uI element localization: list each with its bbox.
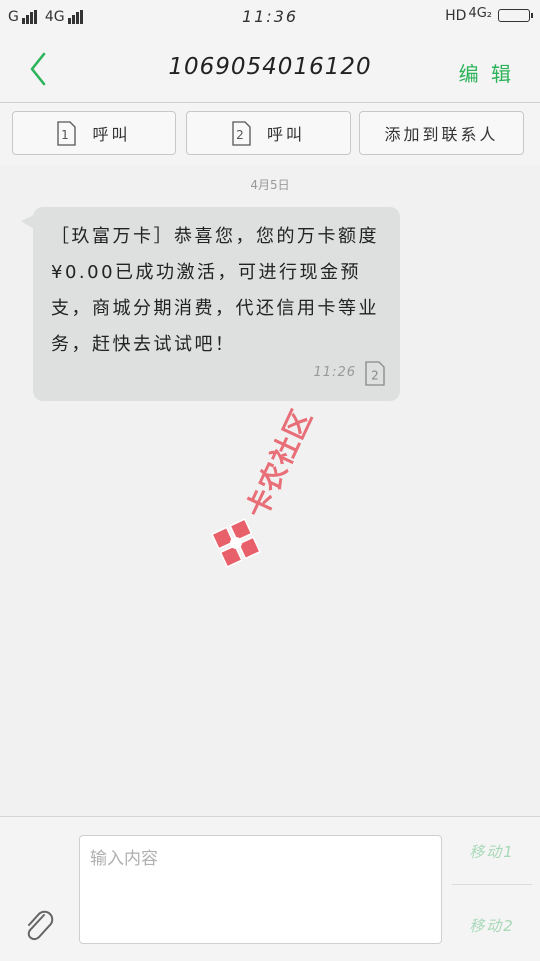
date-separator: 4月5日: [250, 178, 290, 192]
watermark: 卡农社区: [208, 395, 348, 575]
conversation-header: 1069054016120 编 辑: [0, 36, 540, 103]
chevron-left-icon: [30, 52, 46, 86]
sim-number: 1: [62, 128, 73, 142]
battery-icon: [498, 9, 533, 22]
send-sim1-button[interactable]: 移动1: [452, 841, 532, 862]
sim-card-icon: 1: [57, 120, 77, 146]
add-to-contacts-label: 添加到联系人: [384, 125, 499, 144]
message-input[interactable]: [79, 835, 442, 944]
message-bubble[interactable]: ［玖富万卡］恭喜您，您的万卡额度¥0.00已成功激活，可进行现金预支，商城分期消…: [21, 207, 400, 401]
send-sim2-button[interactable]: 移动2: [452, 915, 532, 936]
attach-button[interactable]: [22, 905, 56, 943]
message-time: 11:26: [313, 365, 356, 380]
network-badge: 4G₂: [468, 6, 492, 21]
call-sim2-button[interactable]: 2 呼叫: [186, 111, 351, 155]
sim-number: 2: [236, 128, 247, 142]
add-to-contacts-button[interactable]: 添加到联系人: [359, 111, 524, 155]
paperclip-icon: [27, 910, 54, 941]
edit-button[interactable]: 编 辑: [459, 58, 514, 87]
call-button-row: 1 呼叫 2 呼叫 添加到联系人: [0, 103, 540, 165]
sim-card-icon: 2: [365, 361, 385, 386]
call-label: 呼叫: [92, 125, 131, 144]
call-label: 呼叫: [266, 125, 305, 144]
call-sim1-button[interactable]: 1 呼叫: [12, 111, 176, 155]
message-text: ［玖富万卡］恭喜您，您的万卡额度¥0.00已成功激活，可进行现金预支，商城分期消…: [51, 226, 379, 355]
hd-indicator: HD: [445, 7, 467, 24]
page-title: 1069054016120: [168, 54, 372, 80]
sim-number: 2: [371, 369, 379, 383]
back-button[interactable]: [22, 50, 56, 88]
sim-card-icon: 2: [232, 120, 251, 146]
message-composer: 移动1 移动2: [0, 816, 540, 961]
status-bar-right: HD 4G₂: [445, 6, 533, 25]
status-bar: G 4G 11:36 HD 4G₂: [0, 0, 540, 36]
